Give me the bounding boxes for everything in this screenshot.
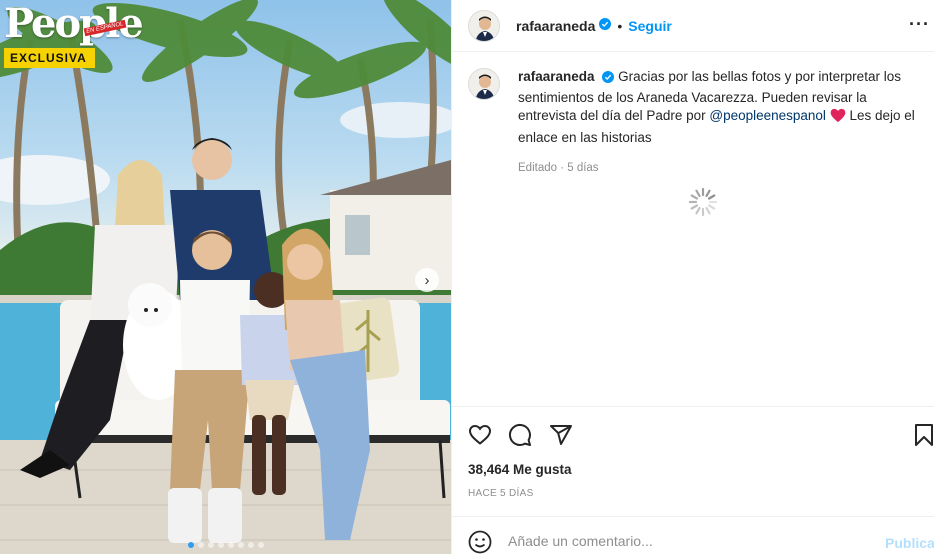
exclusiva-label: EXCLUSIVA [4,48,95,68]
carousel-indicator [0,542,451,548]
verified-badge-icon [599,17,612,35]
carousel-dot [237,542,244,548]
more-options-icon[interactable]: ··· [909,14,930,35]
next-slide-button[interactable]: › [415,268,439,292]
carousel-dot [217,542,224,548]
caption-avatar[interactable] [468,68,500,100]
emoji-smiley-icon[interactable] [468,530,492,554]
caption-comment: rafaaraneda Gracias por las bellas fotos… [452,52,934,178]
follow-button[interactable]: Seguir [628,18,672,34]
verified-badge-icon [602,70,615,89]
carousel-dot [227,542,234,548]
like-heart-icon[interactable] [468,423,492,452]
post-photo[interactable]: People EN ESPAÑOL EXCLUSIVA › [0,0,451,554]
loading-spinner-icon [687,186,719,223]
separator-dot: • [617,17,623,34]
carousel-dot [187,542,194,548]
carousel-dot [247,542,254,548]
caption-body: rafaaraneda Gracias por las bellas fotos… [518,68,918,178]
comment-input[interactable] [508,533,868,549]
caption-username[interactable]: rafaaraneda [518,69,595,84]
mention-link[interactable]: @peopleenespanol [709,108,826,123]
avatar-image [469,10,499,41]
save-bookmark-icon[interactable] [914,423,934,452]
post-header: rafaaraneda • Seguir ··· [452,0,934,52]
add-comment-bar: Publicar [452,516,934,554]
post-details-panel: rafaaraneda • Seguir ··· rafaaraneda Gra… [451,0,934,554]
avatar[interactable] [468,9,500,42]
family-photo-illustration [0,0,451,554]
share-send-icon[interactable] [549,423,573,452]
carousel-dot [197,542,204,548]
carousel-dot [257,542,264,548]
chevron-right-icon: › [424,271,430,289]
people-exclusiva-badge: People EN ESPAÑOL EXCLUSIVA [4,4,144,68]
avatar-image [469,69,499,99]
post-timestamp[interactable]: HACE 5 DÍAS [468,488,534,499]
likes-count[interactable]: 38,464 Me gusta [468,462,572,477]
red-heart-emoji-icon [830,108,846,129]
publish-button[interactable]: Publicar [885,535,934,551]
header-username[interactable]: rafaaraneda [516,18,595,34]
edited-timestamp: Editado · 5 días [518,162,599,174]
action-bar [452,406,934,460]
comment-bubble-icon[interactable] [508,423,532,452]
carousel-dot [207,542,214,548]
